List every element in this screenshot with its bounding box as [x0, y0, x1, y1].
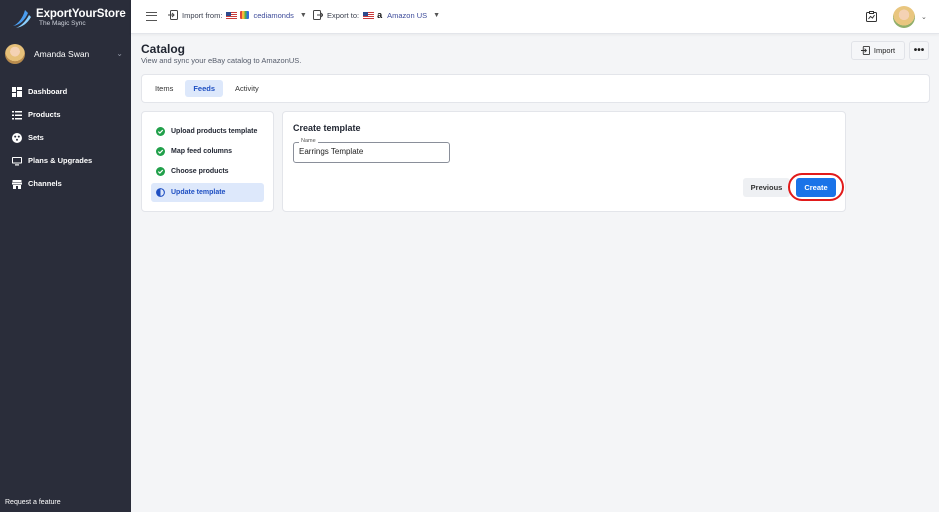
page-subtitle: View and sync your eBay catalog to Amazo… — [141, 56, 302, 65]
topbar: Import from: cediamonds ▼ Export to: a A… — [131, 0, 939, 34]
tab-feeds[interactable]: Feeds — [185, 80, 224, 97]
step-label: Update template — [171, 189, 226, 196]
user-menu[interactable]: Amanda Swan ⌄ — [0, 40, 131, 68]
ebay-store-icon — [240, 11, 250, 19]
sidebar-item-plans[interactable]: Plans & Upgrades — [0, 149, 131, 172]
import-icon — [860, 46, 870, 55]
amazon-logo-icon: a — [377, 10, 383, 20]
step-choose-products[interactable]: Choose products — [151, 162, 264, 181]
check-circle-icon — [156, 127, 165, 136]
export-store-name: Amazon US — [387, 10, 428, 20]
brand-tagline: The Magic Sync — [39, 20, 86, 27]
name-field-label: Name — [299, 138, 318, 144]
caret-down-icon: ▼ — [299, 11, 307, 19]
tab-activity[interactable]: Activity — [227, 80, 267, 97]
us-flag-icon — [226, 11, 238, 19]
sidebar-item-label: Plans & Upgrades — [28, 156, 93, 165]
avatar[interactable] — [893, 6, 915, 28]
chevron-down-icon[interactable]: ⌄ — [921, 13, 927, 21]
sidebar-item-sets[interactable]: Sets — [0, 126, 131, 149]
step-label: Choose products — [171, 168, 229, 175]
request-feature-link[interactable]: Request a feature — [5, 499, 61, 506]
tabs-bar: Items Feeds Activity — [141, 74, 930, 103]
us-flag-icon — [363, 11, 375, 19]
sidebar: ExportYourStore The Magic Sync Amanda Sw… — [0, 0, 131, 512]
dashboard-icon — [12, 86, 22, 97]
more-options-button[interactable]: ••• — [909, 41, 929, 60]
brand[interactable]: ExportYourStore The Magic Sync — [10, 6, 126, 30]
export-to-label: Export to: — [327, 10, 360, 20]
check-circle-icon — [156, 167, 165, 176]
import-button-label: Import — [873, 46, 896, 55]
import-button[interactable]: Import — [851, 41, 905, 60]
page-title: Catalog — [141, 42, 186, 56]
caret-down-icon: ▼ — [433, 11, 441, 19]
store-icon — [12, 179, 22, 189]
tab-items[interactable]: Items — [147, 80, 181, 97]
create-button[interactable]: Create — [796, 178, 836, 197]
sidebar-item-label: Sets — [28, 133, 44, 142]
menu-icon[interactable] — [146, 12, 157, 21]
export-target-selector[interactable]: Export to: a Amazon US ▼ — [313, 10, 440, 20]
step-map-columns[interactable]: Map feed columns — [151, 142, 264, 161]
step-upload-template[interactable]: Upload products template — [151, 122, 264, 141]
brand-logo-icon — [13, 10, 31, 28]
wizard-steps: Upload products template Map feed column… — [141, 111, 274, 212]
panel-title: Create template — [293, 123, 361, 133]
user-name: Amanda Swan — [34, 49, 90, 59]
import-from-label: Import from: — [182, 10, 223, 20]
name-field[interactable]: Name — [293, 138, 450, 163]
import-icon — [168, 10, 178, 20]
create-template-panel: Create template Name Previous Create — [282, 111, 846, 212]
previous-button[interactable]: Previous — [743, 178, 790, 197]
half-circle-icon — [156, 188, 165, 197]
step-update-template[interactable]: Update template — [151, 183, 264, 202]
list-icon — [12, 110, 22, 119]
sidebar-nav: Dashboard Products Sets Plans & Upgrades… — [0, 80, 131, 195]
import-store-name: cediamonds — [253, 10, 294, 20]
step-label: Upload products template — [171, 128, 258, 135]
name-input[interactable] — [299, 147, 444, 156]
clipboard-chart-icon[interactable] — [866, 11, 877, 22]
export-icon — [313, 10, 323, 20]
import-source-selector[interactable]: Import from: cediamonds ▼ — [168, 10, 307, 20]
sidebar-item-label: Dashboard — [28, 87, 68, 96]
sidebar-item-channels[interactable]: Channels — [0, 172, 131, 195]
sidebar-item-dashboard[interactable]: Dashboard — [0, 80, 131, 103]
sidebar-item-label: Channels — [28, 179, 62, 188]
brand-name: ExportYourStore — [36, 8, 126, 20]
check-circle-icon — [156, 147, 165, 156]
sidebar-item-label: Products — [28, 110, 61, 119]
sets-icon — [12, 132, 22, 143]
step-label: Map feed columns — [171, 148, 233, 155]
avatar — [5, 44, 25, 64]
chevron-down-icon: ⌄ — [116, 49, 123, 58]
sidebar-item-products[interactable]: Products — [0, 103, 131, 126]
monitor-icon — [12, 156, 22, 165]
